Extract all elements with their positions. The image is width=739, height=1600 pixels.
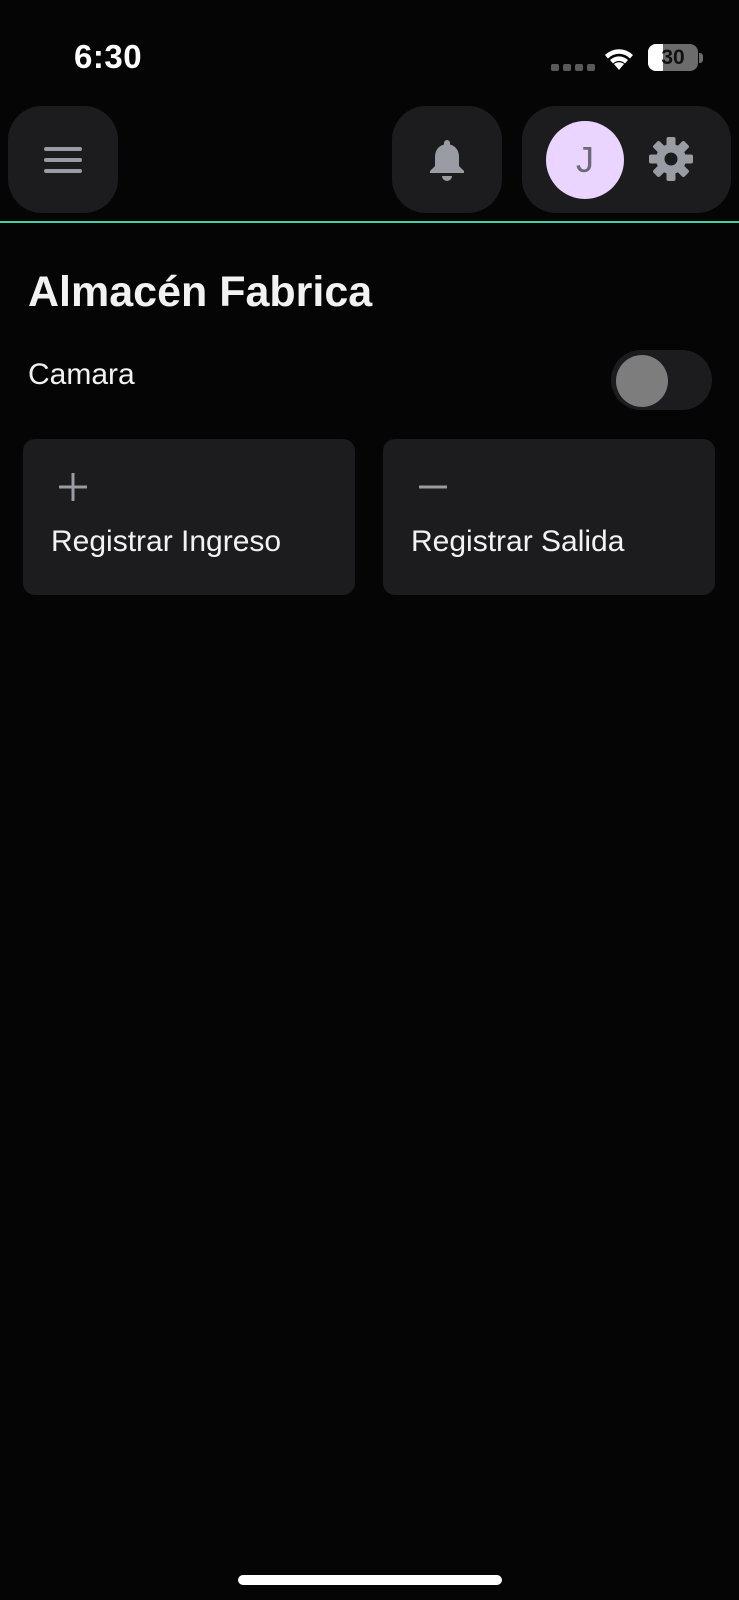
plus-icon [59,473,87,501]
battery-level: 30 [661,45,685,69]
battery-indicator: 30 [648,44,698,71]
wifi-icon [605,49,633,70]
avatar[interactable]: J [546,121,624,199]
register-entry-label: Registrar Ingreso [51,525,282,558]
profile-group: J [522,106,731,213]
camera-toggle[interactable] [611,350,712,410]
notifications-button[interactable] [392,106,502,213]
register-exit-button[interactable]: Registrar Salida [383,439,715,595]
hamburger-menu-icon [44,146,82,173]
page-title: Almacén Fabrica [28,268,373,316]
status-time: 6:30 [74,38,143,75]
cellular-dots-icon [551,64,595,71]
header-divider [0,221,739,223]
register-entry-button[interactable]: Registrar Ingreso [23,439,355,595]
camera-toggle-label: Camara [28,358,135,391]
top-bar: J [0,106,739,216]
gear-icon[interactable] [648,136,694,182]
minus-icon [419,485,447,489]
bell-icon [430,139,464,181]
toggle-knob [616,355,668,407]
battery-cap [699,53,703,63]
status-bar: 6:30 30 [0,0,739,100]
home-indicator[interactable] [238,1575,502,1585]
register-exit-label: Registrar Salida [411,525,625,558]
camera-toggle-row: Camara [28,348,712,412]
menu-button[interactable] [8,106,118,213]
